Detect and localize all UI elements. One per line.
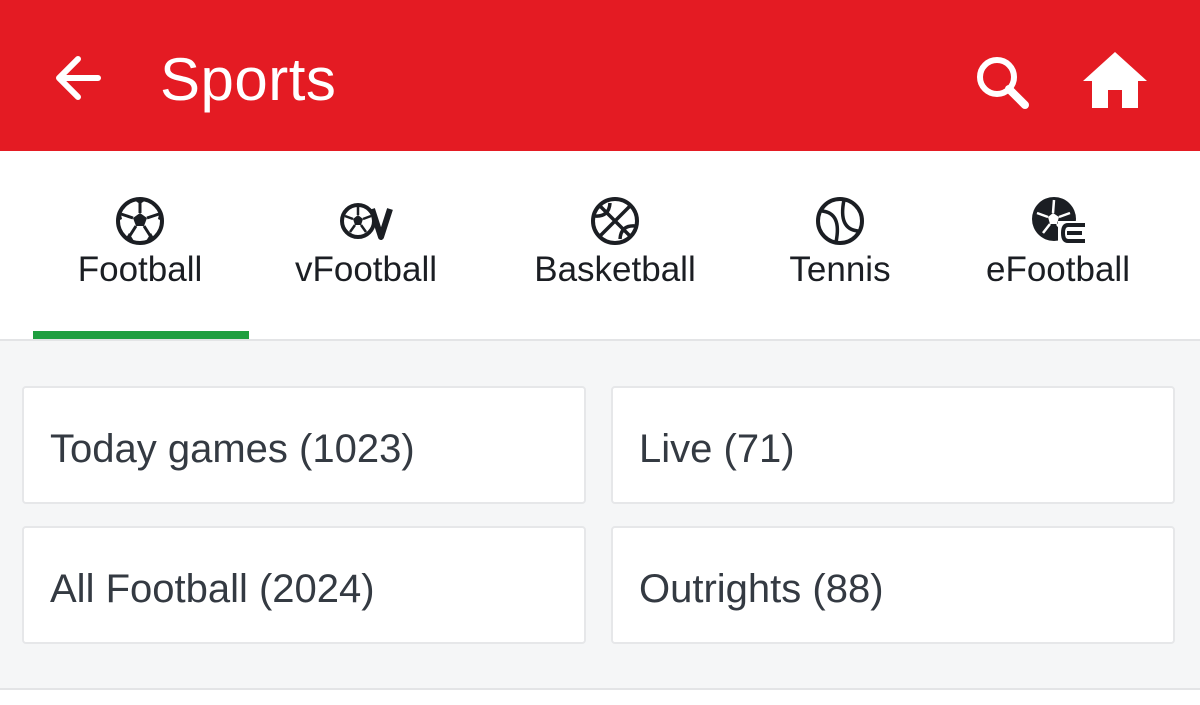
- tab-efootball[interactable]: eFootball: [960, 151, 1156, 339]
- soccer-ball-icon: [116, 197, 164, 245]
- tab-label-tennis: Tennis: [789, 250, 891, 289]
- category-all-football[interactable]: All Football (2024): [22, 526, 586, 644]
- tab-label-efootball: eFootball: [986, 250, 1130, 289]
- home-button[interactable]: [1080, 48, 1150, 112]
- search-icon: [977, 57, 1029, 109]
- active-tab-indicator: [33, 331, 249, 339]
- home-icon: [1083, 52, 1147, 108]
- sport-tabs: Football vFootball Basketball Tennis eFo…: [0, 151, 1200, 341]
- tab-label-basketball: Basketball: [534, 250, 696, 289]
- tab-tennis[interactable]: Tennis: [760, 151, 920, 339]
- category-today-games[interactable]: Today games (1023): [22, 386, 586, 504]
- category-label: All Football (2024): [50, 567, 375, 611]
- tab-vfootball[interactable]: vFootball: [266, 151, 466, 339]
- category-label: Today games (1023): [50, 427, 415, 471]
- category-grid: Today games (1023) Live (71) All Footbal…: [0, 341, 1200, 689]
- category-live[interactable]: Live (71): [611, 386, 1175, 504]
- tab-label-football: Football: [77, 250, 203, 289]
- virtual-football-icon: [340, 203, 393, 240]
- search-button[interactable]: [970, 50, 1034, 114]
- app-header: Sports: [0, 0, 1200, 151]
- category-label: Live (71): [639, 427, 795, 471]
- back-button[interactable]: [48, 46, 112, 110]
- arrow-left-icon: [56, 56, 101, 100]
- page-title: Sports: [160, 46, 337, 113]
- efootball-icon: [1032, 197, 1086, 245]
- tab-basketball[interactable]: Basketball: [510, 151, 720, 339]
- category-outrights[interactable]: Outrights (88): [611, 526, 1175, 644]
- tennis-ball-icon: [816, 197, 864, 245]
- bottom-area: [0, 690, 1200, 705]
- tab-label-vfootball: vFootball: [294, 250, 438, 289]
- category-label: Outrights (88): [639, 567, 884, 611]
- tab-football[interactable]: Football: [30, 151, 250, 339]
- basketball-icon: [591, 197, 639, 245]
